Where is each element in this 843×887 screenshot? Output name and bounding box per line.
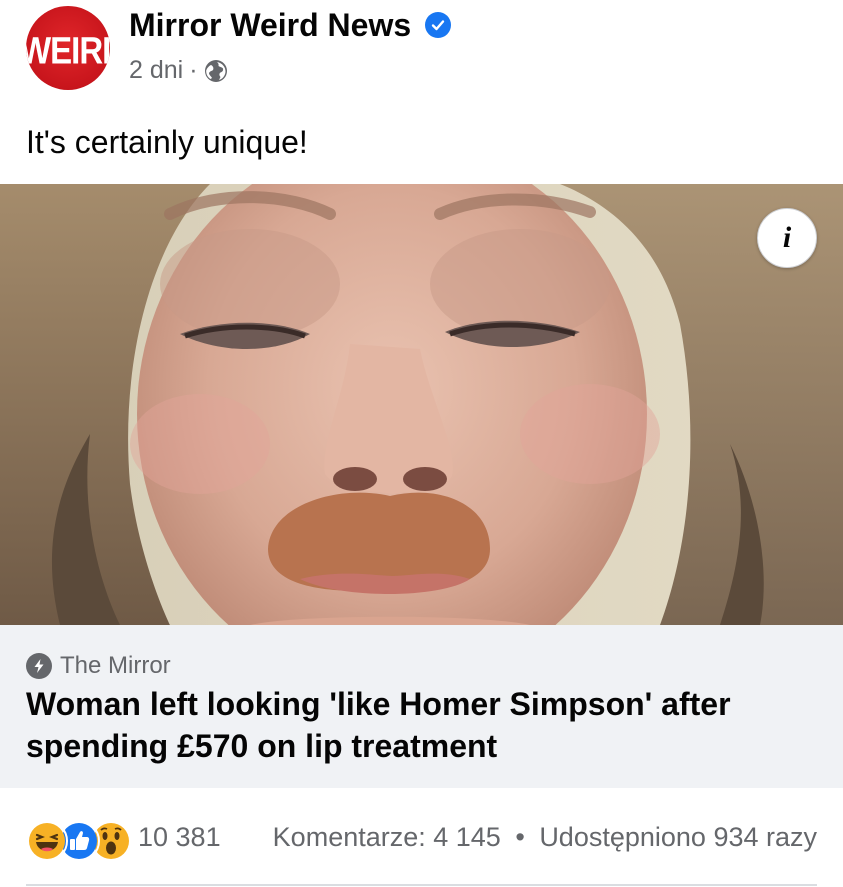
meta-separator: · [189,56,198,84]
reaction-icons[interactable] [26,820,134,862]
stats-bullet: • [515,822,525,852]
verified-badge-icon [425,12,451,38]
link-preview-image[interactable] [0,184,843,625]
link-source-name: The Mirror [60,652,171,679]
lightning-icon [26,653,52,679]
link-source: The Mirror [26,652,171,680]
face-photo [0,184,843,625]
page-avatar[interactable]: WEIRD [26,6,110,90]
post-message: It's certainly unique! [26,124,308,160]
engagement-stats: Komentarze: 4 145 • Udostępniono 934 raz… [273,822,817,853]
info-icon: i [782,221,792,254]
haha-icon [26,820,68,862]
link-preview-card[interactable]: The Mirror Woman left looking 'like Home… [0,625,843,788]
reactions-bar: 10 381 Komentarze: 4 145 • Udostępniono … [0,790,843,884]
link-title[interactable]: Woman left looking 'like Homer Simpson' … [26,683,816,767]
page-name-link[interactable]: Mirror Weird News [129,7,411,44]
post-header: WEIRD Mirror Weird News 2 dni · [0,0,843,110]
reactions-count[interactable]: 10 381 [138,822,221,853]
divider [26,884,817,886]
comments-count-link[interactable]: Komentarze: 4 145 [273,822,501,852]
info-button[interactable]: i [757,208,817,268]
avatar-logo-text: WEIRD [26,29,110,72]
globe-icon [204,59,228,83]
shares-count-link[interactable]: Udostępniono 934 razy [539,822,817,852]
post-meta: 2 dni · [129,56,228,85]
post-timestamp[interactable]: 2 dni [129,56,183,85]
